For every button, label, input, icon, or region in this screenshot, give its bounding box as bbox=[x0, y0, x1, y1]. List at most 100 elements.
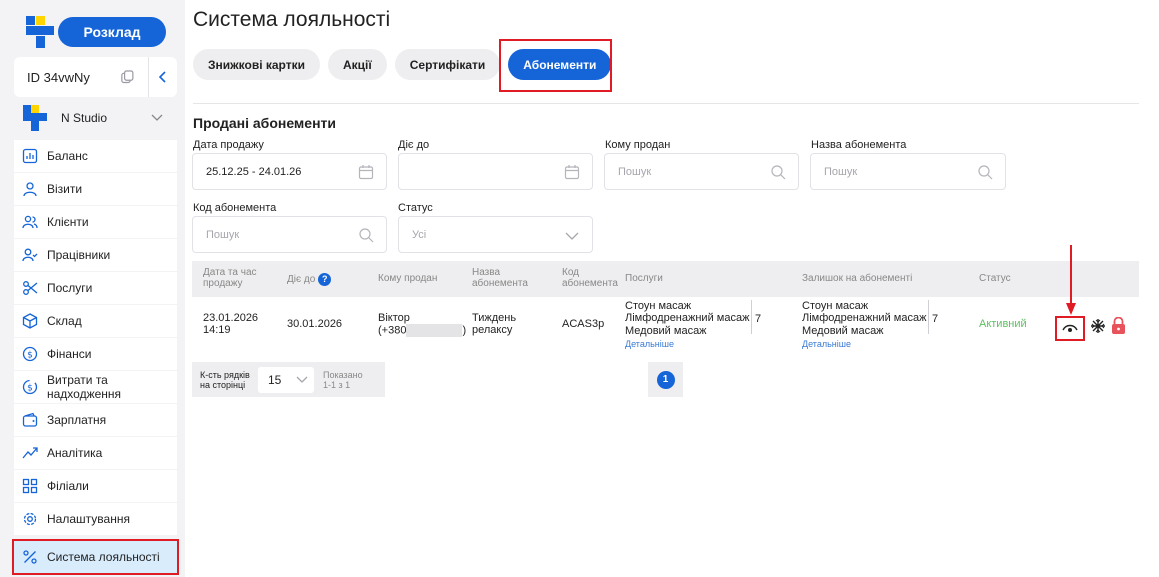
tab-highlight-frame bbox=[499, 39, 612, 92]
subscription-code-input[interactable]: Пошук bbox=[192, 216, 387, 253]
tab-discount-cards[interactable]: Знижкові картки bbox=[193, 49, 320, 80]
sidebar-item-expenses-income[interactable]: $ Витрати та надходження bbox=[14, 371, 177, 403]
chevron-down-icon bbox=[296, 376, 308, 383]
sold-to-placeholder: Пошук bbox=[618, 165, 652, 178]
remaining-item: Медовий масаж bbox=[802, 325, 884, 337]
page-1-button[interactable]: 1 bbox=[656, 370, 675, 389]
cell-time: 14:19 bbox=[203, 324, 231, 336]
tab-certificates[interactable]: Сертифікати bbox=[394, 49, 501, 80]
tab-promotions[interactable]: Акції bbox=[327, 49, 387, 80]
sidebar-item-label: Фінанси bbox=[47, 347, 92, 361]
service-item: Стоун масаж bbox=[625, 300, 692, 312]
sidebar-item-settings[interactable]: Налаштування bbox=[14, 503, 177, 535]
service-item: Лімфодренажний масаж bbox=[625, 312, 750, 324]
box-icon bbox=[22, 313, 38, 329]
sale-date-field[interactable]: 25.12.25 - 24.01.26 bbox=[192, 153, 387, 190]
users-icon bbox=[22, 215, 38, 229]
status-select-value: Усі bbox=[412, 228, 427, 241]
main-content: Система лояльності Знижкові картки Акції… bbox=[185, 0, 1159, 577]
subscription-name-label: Назва абонемента bbox=[811, 139, 907, 151]
phone-masked bbox=[406, 324, 463, 337]
rows-per-page-select[interactable]: 15 bbox=[258, 366, 314, 393]
account-id-row: ID 34vwNy bbox=[14, 57, 177, 97]
phone-prefix: (+380 bbox=[378, 324, 407, 337]
sale-date-value: 25.12.25 - 24.01.26 bbox=[206, 165, 302, 178]
help-icon[interactable]: ? bbox=[318, 273, 332, 286]
shown-count: Показано 1-1 з 1 bbox=[323, 369, 363, 390]
eye-icon bbox=[1062, 324, 1078, 332]
copy-icon[interactable] bbox=[120, 69, 135, 85]
search-icon bbox=[359, 228, 374, 243]
search-icon bbox=[978, 165, 993, 180]
status-label: Статус bbox=[398, 202, 433, 214]
chart-bars-icon bbox=[22, 148, 38, 164]
grid-icon bbox=[22, 478, 38, 494]
sidebar-item-label: Система лояльності bbox=[47, 550, 160, 564]
valid-until-field[interactable] bbox=[398, 153, 593, 190]
user-icon bbox=[23, 182, 37, 197]
calendar-icon bbox=[564, 165, 580, 180]
gear-icon bbox=[23, 512, 37, 526]
rows-per-page-control: К-сть рядків на сторінці 15 Показано 1-1… bbox=[192, 362, 385, 397]
header-valid-until: Діє до? bbox=[287, 273, 332, 286]
app-window: Розклад ID 34vwNy N Studio Баланс Візити… bbox=[0, 0, 1159, 577]
sidebar-item-loyalty[interactable]: Система лояльності bbox=[12, 539, 179, 575]
cell-name-line1: Тиждень bbox=[472, 312, 517, 324]
subscription-name-input[interactable]: Пошук bbox=[810, 153, 1006, 190]
account-id: ID 34vwNy bbox=[27, 69, 90, 85]
cell-name-line2: релаксу bbox=[472, 324, 513, 336]
exchange-icon: $ bbox=[22, 379, 38, 395]
view-button[interactable] bbox=[1055, 316, 1085, 341]
sidebar-item-label: Клієнти bbox=[47, 215, 89, 229]
chevron-left-icon bbox=[158, 71, 166, 83]
arrow-annotation bbox=[1066, 245, 1076, 315]
services-details-link[interactable]: Детальніше bbox=[625, 338, 674, 350]
header-valid-until-text: Діє до bbox=[287, 274, 316, 286]
cell-code: ACAS3p bbox=[562, 318, 605, 330]
sidebar-item-analytics[interactable]: Аналітика bbox=[14, 437, 177, 469]
lock-icon[interactable] bbox=[1111, 317, 1126, 334]
sidebar-item-finances[interactable]: $ Фінанси bbox=[14, 338, 177, 370]
status-badge: Активний bbox=[979, 318, 1027, 330]
scissors-icon bbox=[23, 281, 38, 295]
sidebar-item-balance[interactable]: Баланс bbox=[14, 140, 177, 172]
sidebar-item-clients[interactable]: Клієнти bbox=[14, 206, 177, 238]
search-icon bbox=[771, 165, 786, 180]
freeze-icon[interactable] bbox=[1090, 318, 1106, 334]
sidebar-item-warehouse[interactable]: Склад bbox=[14, 305, 177, 337]
pagination: 1 bbox=[648, 362, 683, 397]
section-title: Продані абонементи bbox=[193, 115, 336, 131]
header-status: Статус bbox=[979, 273, 1011, 284]
page-title: Система лояльності bbox=[193, 8, 391, 31]
remaining-details-link[interactable]: Детальніше bbox=[802, 338, 851, 350]
sold-to-input[interactable]: Пошук bbox=[604, 153, 799, 190]
sidebar-item-visits[interactable]: Візити bbox=[14, 173, 177, 205]
sidebar-item-salary[interactable]: Зарплатня bbox=[14, 404, 177, 436]
header-date-time: Дата та час продажу bbox=[203, 267, 257, 289]
cell-client-phone: (+380) bbox=[378, 324, 466, 337]
schedule-button[interactable]: Розклад bbox=[58, 17, 166, 47]
valid-until-label: Діє до bbox=[398, 139, 430, 151]
remaining-count: 7 bbox=[932, 313, 939, 325]
cell-valid-until: 30.01.2026 bbox=[287, 318, 343, 330]
sidebar-item-label: Аналітика bbox=[47, 446, 103, 460]
sidebar-item-branches[interactable]: Філіали bbox=[14, 470, 177, 502]
sale-date-label: Дата продажу bbox=[193, 139, 264, 151]
rows-per-page-value: 15 bbox=[268, 372, 282, 387]
trend-icon bbox=[22, 447, 38, 459]
wallet-icon bbox=[22, 412, 38, 427]
header-remaining: Залишок на абонементі bbox=[802, 273, 913, 284]
sidebar-item-services[interactable]: Послуги bbox=[14, 272, 177, 304]
services-separator bbox=[751, 300, 752, 334]
service-item: Медовий масаж bbox=[625, 325, 707, 337]
sidebar-item-staff[interactable]: Працівники bbox=[14, 239, 177, 271]
subscription-code-label: Код абонемента bbox=[193, 202, 277, 214]
studio-selector[interactable]: N Studio bbox=[14, 100, 177, 136]
remaining-item: Стоун масаж bbox=[802, 300, 869, 312]
subscription-code-placeholder: Пошук bbox=[206, 228, 240, 241]
studio-logo-icon bbox=[23, 105, 47, 131]
status-select[interactable]: Усі bbox=[398, 216, 593, 253]
table-row[interactable]: 23.01.2026 14:19 30.01.2026 Віктор (+380… bbox=[192, 297, 1139, 353]
rows-per-page-label: К-сть рядків на сторінці bbox=[200, 369, 250, 390]
collapse-sidebar-button[interactable] bbox=[147, 57, 177, 97]
